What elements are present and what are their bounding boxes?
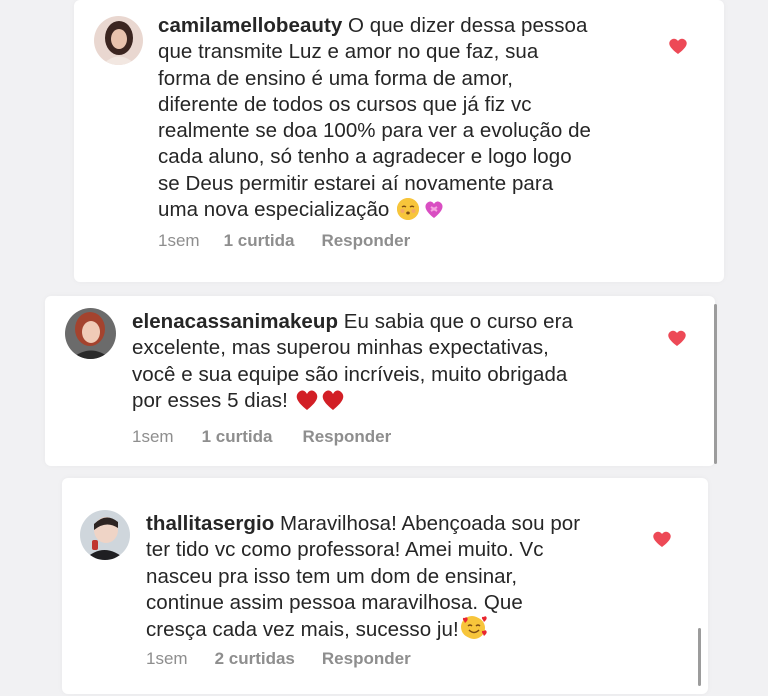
comment-line: por esses 5 dias!: [132, 388, 294, 412]
like-heart-icon[interactable]: [667, 329, 687, 347]
avatar[interactable]: [94, 16, 143, 65]
comment-line: forma de ensino é uma forma de amor,: [158, 66, 514, 90]
likes-count[interactable]: 1 curtida: [202, 427, 273, 447]
comment-meta: 1sem 1 curtida Responder: [158, 231, 410, 251]
comment-line: diferente de todos os cursos que já fiz …: [158, 92, 532, 116]
comment-text: camilamellobeauty O que dizer dessa pess…: [158, 13, 591, 227]
comment-line: Eu sabia que o curso era: [338, 310, 573, 333]
comment-line: Maravilhosa! Abençoada sou por: [274, 512, 581, 535]
comment-card: camilamellobeauty O que dizer dessa pess…: [74, 0, 724, 282]
comment-line: O que dizer dessa pessoa: [342, 14, 588, 37]
comment-line: nasceu pra isso tem um dom de ensinar,: [146, 564, 518, 588]
comment-line: realmente se doa 100% para ver a evoluçã…: [158, 119, 591, 143]
comment-card: thallitasergio Maravilhosa! Abençoada so…: [62, 478, 708, 694]
comment-time: 1sem: [146, 649, 188, 668]
comment-line: ter tido vc como professora! Amei muito.…: [146, 538, 544, 562]
comment-time: 1sem: [132, 427, 174, 446]
comment-username[interactable]: elenacassanimakeup: [132, 310, 338, 333]
heart-with-ribbon-icon: [422, 198, 446, 227]
scrollbar[interactable]: [714, 304, 717, 464]
scrollbar[interactable]: [698, 628, 701, 686]
kissing-face-icon: [397, 198, 420, 221]
like-heart-icon[interactable]: [652, 530, 672, 548]
avatar[interactable]: [65, 308, 116, 359]
comment-line: cresça cada vez mais, sucesso ju!: [146, 618, 459, 642]
red-heart-icon: [322, 390, 343, 410]
comment-line: você e sua equipe são incríveis, muito o…: [132, 362, 568, 386]
comment-time: 1sem: [158, 231, 200, 250]
smiling-face-with-hearts-icon: [460, 616, 487, 640]
comment-text: elenacassanimakeup Eu sabia que o curso …: [132, 309, 573, 414]
reply-button[interactable]: Responder: [322, 649, 411, 669]
comment-username[interactable]: camilamellobeauty: [158, 14, 342, 37]
comment-line: se Deus permitir estarei aí novamente pa…: [158, 171, 554, 195]
comment-line: uma nova especialização: [158, 198, 396, 222]
comment-line: continue assim pessoa maravilhosa. Que: [146, 590, 523, 614]
comment-card: elenacassanimakeup Eu sabia que o curso …: [45, 296, 715, 466]
comment-line: cada aluno, só tenho a agradecer e logo …: [158, 145, 572, 169]
comment-line: excelente, mas superou minhas expectativ…: [132, 336, 549, 360]
reply-button[interactable]: Responder: [302, 427, 391, 447]
avatar[interactable]: [80, 510, 130, 560]
like-heart-icon[interactable]: [668, 37, 688, 55]
comment-text: thallitasergio Maravilhosa! Abençoada so…: [146, 511, 580, 643]
comment-line: que transmite Luz e amor no que faz, sua: [158, 40, 539, 64]
likes-count[interactable]: 2 curtidas: [215, 649, 295, 669]
red-heart-icon: [296, 390, 317, 410]
comment-meta: 1sem 1 curtida Responder: [132, 427, 391, 447]
reply-button[interactable]: Responder: [321, 231, 410, 251]
comment-meta: 1sem 2 curtidas Responder: [146, 649, 411, 669]
likes-count[interactable]: 1 curtida: [224, 231, 295, 251]
comment-username[interactable]: thallitasergio: [146, 512, 274, 535]
